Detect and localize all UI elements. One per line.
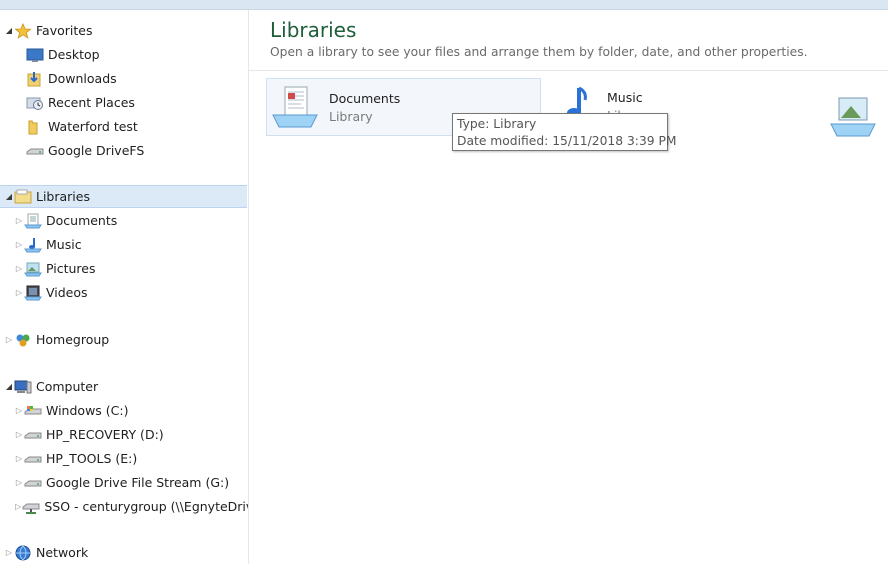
collapse-arrow-icon[interactable]: ▷	[14, 240, 24, 249]
nav-label: Libraries	[36, 189, 90, 204]
expand-arrow-icon[interactable]: ◢	[4, 192, 14, 201]
content-pane: Libraries Open a library to see your fil…	[249, 10, 888, 564]
nav-item-hp-recovery[interactable]: ▷ HP_RECOVERY (D:)	[14, 423, 248, 446]
nav-item-recent-places[interactable]: Recent Places	[26, 91, 248, 114]
network-globe-icon	[14, 545, 32, 561]
nav-homegroup[interactable]: ▷ Homegroup	[4, 328, 248, 351]
pictures-library-icon	[24, 261, 42, 277]
videos-library-icon	[24, 285, 42, 301]
folder-icon	[26, 119, 44, 135]
network-drive-icon	[22, 499, 40, 515]
library-tooltip: Type: Library Date modified: 15/11/2018 …	[452, 113, 677, 151]
navigation-pane[interactable]: ◢ Favorites Desktop Downloads Recent Pla…	[0, 10, 249, 564]
drive-icon	[24, 475, 42, 491]
collapse-arrow-icon[interactable]: ▷	[14, 502, 22, 511]
collapse-arrow-icon[interactable]: ▷	[14, 478, 24, 487]
nav-label: Computer	[36, 379, 99, 394]
collapse-arrow-icon[interactable]: ▷	[14, 288, 24, 297]
tooltip-type: Type: Library	[457, 117, 537, 131]
documents-library-icon	[24, 213, 42, 229]
library-name: Music	[607, 90, 643, 105]
library-type: Library	[329, 109, 373, 124]
nav-item-documents[interactable]: ▷ Documents	[14, 209, 248, 232]
nav-label: Waterford test	[48, 119, 138, 134]
nav-favorites[interactable]: ◢ Favorites	[4, 19, 248, 42]
collapse-arrow-icon[interactable]: ▷	[14, 430, 24, 439]
libraries-icon	[14, 189, 32, 205]
favorites-star-icon	[14, 22, 32, 39]
collapse-arrow-icon[interactable]: ▷	[4, 548, 14, 557]
nav-label: Documents	[46, 213, 118, 228]
nav-label: Downloads	[48, 71, 117, 86]
documents-library-icon	[271, 83, 319, 131]
collapse-arrow-icon[interactable]: ▷	[14, 454, 24, 463]
drive-icon	[24, 427, 42, 443]
computer-icon	[14, 379, 32, 395]
nav-label: Windows (C:)	[46, 403, 129, 418]
expand-arrow-icon[interactable]: ◢	[4, 382, 14, 391]
windows-drive-icon	[24, 403, 42, 419]
nav-item-sso-centurygroup[interactable]: ▷ SSO - centurygroup (\\EgnyteDrive	[14, 495, 249, 518]
nav-libraries[interactable]: ◢ Libraries	[0, 185, 247, 208]
tooltip-date-modified: Date modified: 15/11/2018 3:39 PM	[457, 134, 677, 148]
drive-icon	[24, 451, 42, 467]
collapse-arrow-icon[interactable]: ▷	[14, 406, 24, 415]
nav-label: Desktop	[48, 47, 100, 62]
nav-item-windows-drive[interactable]: ▷ Windows (C:)	[14, 399, 248, 422]
music-library-icon	[24, 237, 42, 253]
nav-label: Recent Places	[48, 95, 135, 110]
nav-item-downloads[interactable]: Downloads	[26, 67, 248, 90]
window-title-bar	[0, 0, 888, 10]
library-tile-pictures[interactable]	[825, 88, 885, 144]
nav-label: SSO - centurygroup (\\EgnyteDrive	[44, 499, 249, 514]
nav-item-google-drivefs[interactable]: Google DriveFS	[26, 139, 248, 162]
library-name: Documents	[329, 91, 401, 106]
drive-icon	[26, 143, 44, 159]
nav-label: Pictures	[46, 261, 96, 276]
nav-label: Google DriveFS	[48, 143, 145, 158]
nav-item-pictures[interactable]: ▷ Pictures	[14, 257, 248, 280]
recent-places-icon	[26, 95, 44, 111]
nav-item-google-drive-file-stream[interactable]: ▷ Google Drive File Stream (G:)	[14, 471, 248, 494]
page-subtitle: Open a library to see your files and arr…	[270, 45, 808, 59]
desktop-icon	[26, 47, 44, 63]
nav-label: Videos	[46, 285, 88, 300]
nav-label: Favorites	[36, 23, 93, 38]
nav-label: Google Drive File Stream (G:)	[46, 475, 230, 490]
nav-network[interactable]: ▷ Network	[4, 541, 248, 564]
nav-item-music[interactable]: ▷ Music	[14, 233, 248, 256]
nav-item-videos[interactable]: ▷ Videos	[14, 281, 248, 304]
nav-label: Music	[46, 237, 82, 252]
header-divider	[249, 70, 888, 71]
page-title: Libraries	[270, 18, 357, 42]
collapse-arrow-icon[interactable]: ▷	[4, 335, 14, 344]
nav-label: HP_RECOVERY (D:)	[46, 427, 164, 442]
expand-arrow-icon[interactable]: ◢	[4, 26, 14, 35]
nav-computer[interactable]: ◢ Computer	[4, 375, 248, 398]
nav-label: Homegroup	[36, 332, 110, 347]
nav-item-waterford-test[interactable]: Waterford test	[26, 115, 248, 138]
collapse-arrow-icon[interactable]: ▷	[14, 264, 24, 273]
pictures-library-icon	[829, 92, 877, 140]
downloads-folder-icon	[26, 71, 44, 87]
nav-label: Network	[36, 545, 89, 560]
nav-item-desktop[interactable]: Desktop	[26, 43, 248, 66]
collapse-arrow-icon[interactable]: ▷	[14, 216, 24, 225]
homegroup-icon	[14, 332, 32, 348]
nav-item-hp-tools[interactable]: ▷ HP_TOOLS (E:)	[14, 447, 248, 470]
nav-label: HP_TOOLS (E:)	[46, 451, 138, 466]
